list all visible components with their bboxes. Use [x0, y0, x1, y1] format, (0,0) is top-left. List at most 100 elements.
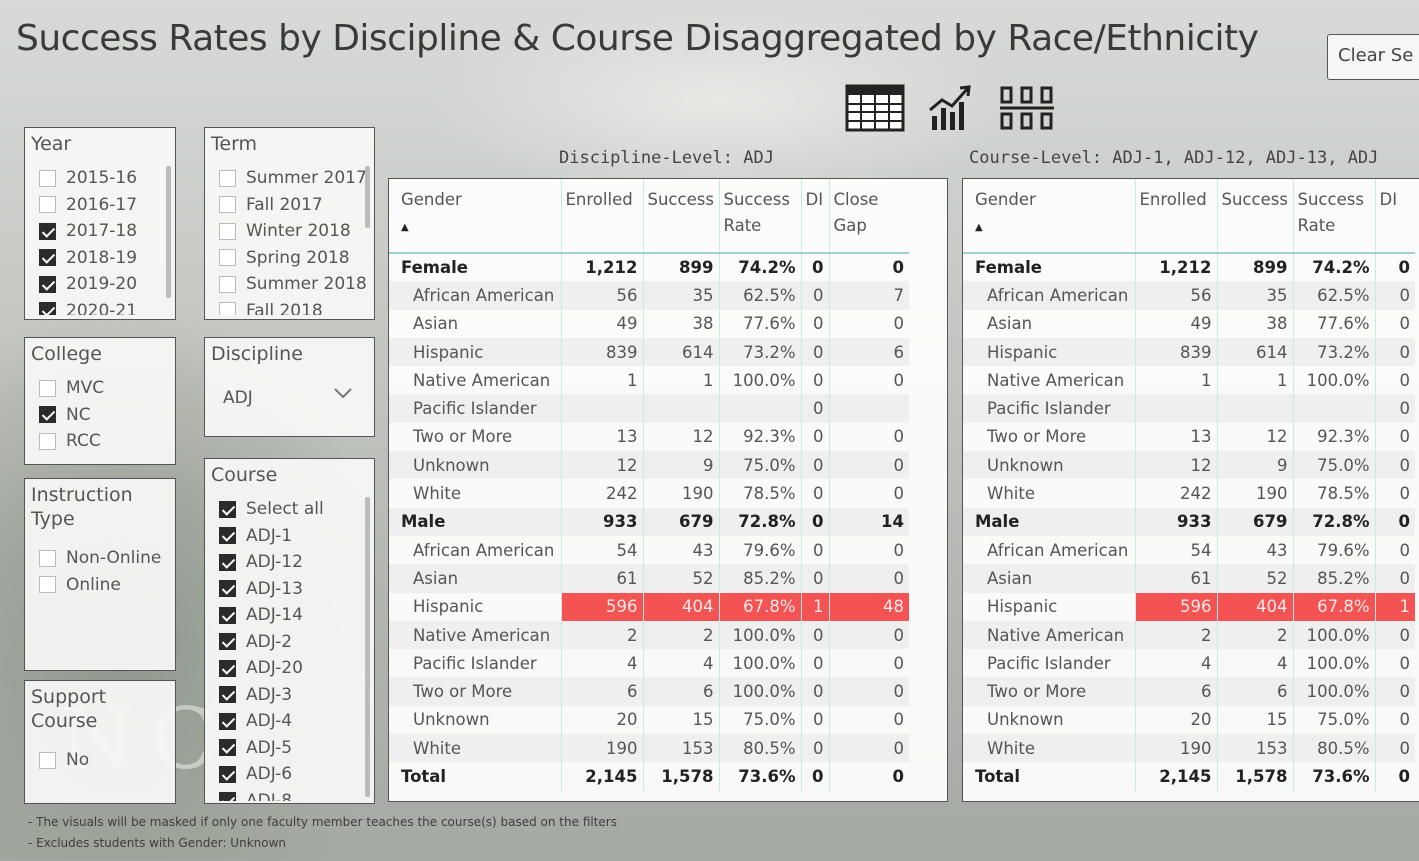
term-scrollbar[interactable]	[365, 166, 370, 228]
chart-icon[interactable]	[926, 82, 986, 134]
checkbox-checked-icon[interactable]	[39, 302, 56, 315]
checkbox-unchecked-icon[interactable]	[39, 379, 56, 397]
table-row[interactable]: Native American 1 1 100.0% 0 0	[389, 366, 909, 395]
checkbox-unchecked-icon[interactable]	[219, 302, 236, 315]
table-row[interactable]: Two or More 6 6 100.0% 0	[963, 677, 1415, 706]
table-row[interactable]: White 190 153 80.5% 0 0	[389, 734, 909, 763]
college-option[interactable]: NC	[25, 402, 165, 429]
column-header[interactable]: Gender ▲	[389, 179, 561, 254]
checkbox-checked-icon[interactable]	[219, 527, 236, 545]
column-header[interactable]: Gender ▲	[963, 179, 1135, 254]
college-option[interactable]: MVC	[25, 375, 165, 402]
column-header[interactable]: Success Rate	[1292, 179, 1375, 254]
checkbox-unchecked-icon[interactable]	[39, 576, 56, 594]
chevron-down-icon[interactable]	[333, 386, 353, 400]
table-row[interactable]: White 242 190 78.5% 0 0	[389, 479, 909, 508]
year-option[interactable]: 2017-18	[25, 218, 165, 245]
checkbox-checked-icon[interactable]	[39, 275, 56, 293]
table-row[interactable]: Pacific Islander 0	[389, 394, 909, 423]
column-header[interactable]: Enrolled	[1134, 179, 1217, 254]
table-row[interactable]: White 242 190 78.5% 0	[963, 479, 1415, 508]
checkbox-checked-icon[interactable]	[219, 659, 236, 677]
table-group-row[interactable]: Male 933 679 72.8% 0	[963, 507, 1415, 536]
table-row[interactable]: African American 54 43 79.6% 0 0	[389, 535, 909, 565]
checkbox-unchecked-icon[interactable]	[39, 549, 56, 567]
table-row[interactable]: Asian 61 52 85.2% 0 0	[389, 564, 909, 593]
course-option[interactable]: ADJ-3	[205, 682, 363, 709]
column-header[interactable]: Success	[642, 179, 719, 254]
course-option[interactable]: ADJ-4	[205, 708, 363, 735]
clear-selections-button[interactable]: Clear Se	[1327, 34, 1419, 80]
checkbox-checked-icon[interactable]	[39, 222, 56, 240]
table-row[interactable]: Asian 49 38 77.6% 0	[963, 309, 1415, 338]
table-group-row[interactable]: Female 1,212 899 74.2% 0	[963, 253, 1415, 282]
table-row[interactable]: White 190 153 80.5% 0	[963, 734, 1415, 763]
checkbox-checked-icon[interactable]	[219, 500, 236, 518]
checkbox-unchecked-icon[interactable]	[39, 169, 56, 187]
course-option[interactable]: ADJ-8	[205, 788, 363, 801]
checkbox-checked-icon[interactable]	[219, 739, 236, 757]
college-option[interactable]: RCC	[25, 428, 165, 455]
instruction-type-option[interactable]: Online	[25, 572, 175, 599]
table-row[interactable]: Native American 2 2 100.0% 0	[963, 620, 1415, 650]
decomposition-icon[interactable]	[998, 82, 1058, 134]
column-header[interactable]: DI	[1374, 179, 1415, 254]
table-row[interactable]: Unknown 12 9 75.0% 0 0	[389, 451, 909, 480]
year-option[interactable]: 2015-16	[25, 165, 165, 192]
table-row[interactable]: Asian 61 52 85.2% 0	[963, 564, 1415, 593]
course-option[interactable]: ADJ-20	[205, 655, 363, 682]
checkbox-checked-icon[interactable]	[219, 712, 236, 730]
table-group-row[interactable]: Female 1,212 899 74.2% 0 0	[389, 253, 909, 282]
table-row[interactable]: African American 56 35 62.5% 0 7	[389, 281, 909, 310]
sort-ascending-icon[interactable]: ▲	[401, 215, 557, 241]
year-option[interactable]: 2018-19	[25, 245, 165, 272]
term-option[interactable]: Fall 2018	[205, 298, 367, 315]
course-option[interactable]: ADJ-1	[205, 523, 363, 550]
checkbox-unchecked-icon[interactable]	[39, 751, 56, 769]
table-group-row[interactable]: Total 2,145 1,578 73.6% 0	[963, 762, 1415, 791]
course-scrollbar[interactable]	[365, 497, 370, 797]
term-option[interactable]: Fall 2017	[205, 192, 367, 219]
table-row[interactable]: Unknown 20 15 75.0% 0 0	[389, 705, 909, 735]
term-option[interactable]: Summer 2018	[205, 271, 367, 298]
table-group-row[interactable]: Total 2,145 1,578 73.6% 0 0	[389, 762, 909, 791]
checkbox-unchecked-icon[interactable]	[219, 249, 236, 267]
table-row[interactable]: Hispanic 596 404 67.8% 1	[963, 592, 1415, 621]
table-row[interactable]: Two or More 6 6 100.0% 0 0	[389, 677, 909, 706]
course-option[interactable]: ADJ-5	[205, 735, 363, 762]
checkbox-checked-icon[interactable]	[219, 553, 236, 571]
column-header[interactable]: Success Rate	[718, 179, 801, 254]
table-row[interactable]: Pacific Islander 0	[963, 394, 1415, 423]
term-option[interactable]: Winter 2018	[205, 218, 367, 245]
checkbox-checked-icon[interactable]	[39, 406, 56, 424]
checkbox-unchecked-icon[interactable]	[39, 196, 56, 214]
year-scrollbar[interactable]	[166, 166, 171, 298]
table-row[interactable]: Unknown 20 15 75.0% 0	[963, 705, 1415, 735]
course-option[interactable]: ADJ-13	[205, 576, 363, 603]
checkbox-checked-icon[interactable]	[219, 633, 236, 651]
table-row[interactable]: Two or More 13 12 92.3% 0	[963, 422, 1415, 452]
table-row[interactable]: Hispanic 596 404 67.8% 1 48	[389, 592, 909, 621]
checkbox-unchecked-icon[interactable]	[219, 222, 236, 240]
table-row[interactable]: Hispanic 839 614 73.2% 0	[963, 337, 1415, 367]
sort-ascending-icon[interactable]: ▲	[975, 215, 1131, 241]
course-option[interactable]: ADJ-14	[205, 602, 363, 629]
instruction-type-option[interactable]: Non-Online	[25, 545, 175, 572]
checkbox-checked-icon[interactable]	[219, 792, 236, 801]
table-icon[interactable]	[844, 82, 905, 134]
checkbox-checked-icon[interactable]	[219, 765, 236, 783]
course-option[interactable]: ADJ-6	[205, 761, 363, 788]
column-header[interactable]: Enrolled	[560, 179, 643, 254]
table-row[interactable]: Native American 2 2 100.0% 0 0	[389, 620, 909, 650]
checkbox-unchecked-icon[interactable]	[219, 196, 236, 214]
table-row[interactable]: African American 56 35 62.5% 0	[963, 281, 1415, 310]
table-row[interactable]: Pacific Islander 4 4 100.0% 0	[963, 649, 1415, 678]
table-row[interactable]: Unknown 12 9 75.0% 0	[963, 451, 1415, 480]
checkbox-unchecked-icon[interactable]	[219, 275, 236, 293]
course-option[interactable]: ADJ-2	[205, 629, 363, 656]
checkbox-checked-icon[interactable]	[219, 686, 236, 704]
table-row[interactable]: Hispanic 839 614 73.2% 0 6	[389, 337, 909, 367]
checkbox-checked-icon[interactable]	[219, 606, 236, 624]
column-header[interactable]: Success	[1216, 179, 1293, 254]
column-header[interactable]: DI	[800, 179, 829, 254]
